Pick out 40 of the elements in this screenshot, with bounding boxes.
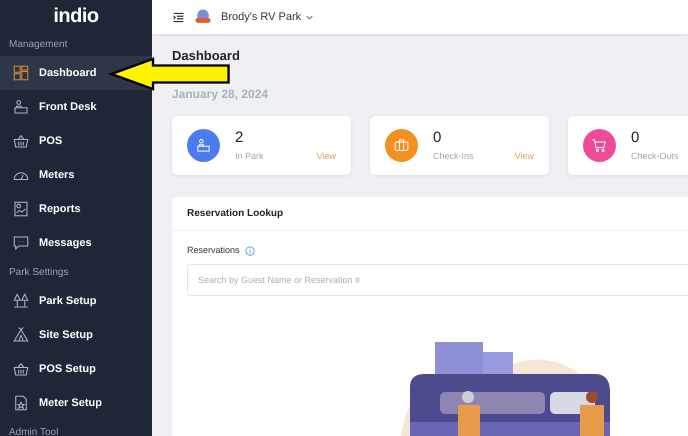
desk-icon <box>195 137 212 154</box>
grid-icon <box>12 64 30 82</box>
message-icon <box>12 234 30 252</box>
sidebar-item[interactable]: POS Setup <box>0 352 152 386</box>
suitcase-icon <box>393 137 410 154</box>
stat-value: 0 <box>433 128 442 148</box>
menu-icon[interactable] <box>172 10 185 24</box>
section-heading: Management <box>8 38 68 52</box>
search-field[interactable]: Search by Guest Name or Reservation # <box>187 264 688 296</box>
cart-icon <box>591 137 608 154</box>
park-selector[interactable]: Brody's RV Park <box>221 8 314 26</box>
sidebar-item[interactable]: Front Desk <box>0 90 152 124</box>
panel-title: Reservation Lookup <box>187 207 284 221</box>
section-heading: Admin Tool <box>8 426 60 436</box>
section-heading: Park Settings <box>8 266 70 280</box>
logo[interactable]: indio <box>53 6 99 26</box>
chevron-down-icon <box>306 14 314 20</box>
sidebar-item[interactable]: Meter Setup <box>0 386 152 420</box>
trees-icon <box>12 292 30 310</box>
sidebar-item[interactable]: Site Setup <box>0 318 152 352</box>
sidebar-item[interactable]: POS <box>0 124 152 158</box>
basket-icon <box>12 360 30 378</box>
info-icon[interactable] <box>244 246 255 256</box>
tent-icon <box>12 326 30 344</box>
stat-value: 2 <box>235 128 244 148</box>
date-text: January 28, 2024 <box>172 87 268 102</box>
file-icon <box>12 394 30 412</box>
field-label: Reservations <box>187 244 240 257</box>
sidebar-item[interactable]: Messages <box>0 226 152 260</box>
basket-icon <box>12 132 30 150</box>
sidebar-item[interactable]: Park Setup <box>0 284 152 318</box>
page-title: Dashboard <box>172 48 241 64</box>
stat-label: Check-Ins <box>433 150 474 163</box>
report-icon <box>12 200 30 218</box>
stat-label: Check-Outs <box>631 150 679 163</box>
stat-value: 0 <box>631 128 640 148</box>
sidebar-item[interactable]: Meters <box>0 158 152 192</box>
desk-icon <box>12 98 30 116</box>
stat-label: In Park <box>235 150 264 163</box>
sidebar-item[interactable]: Reports <box>0 192 152 226</box>
